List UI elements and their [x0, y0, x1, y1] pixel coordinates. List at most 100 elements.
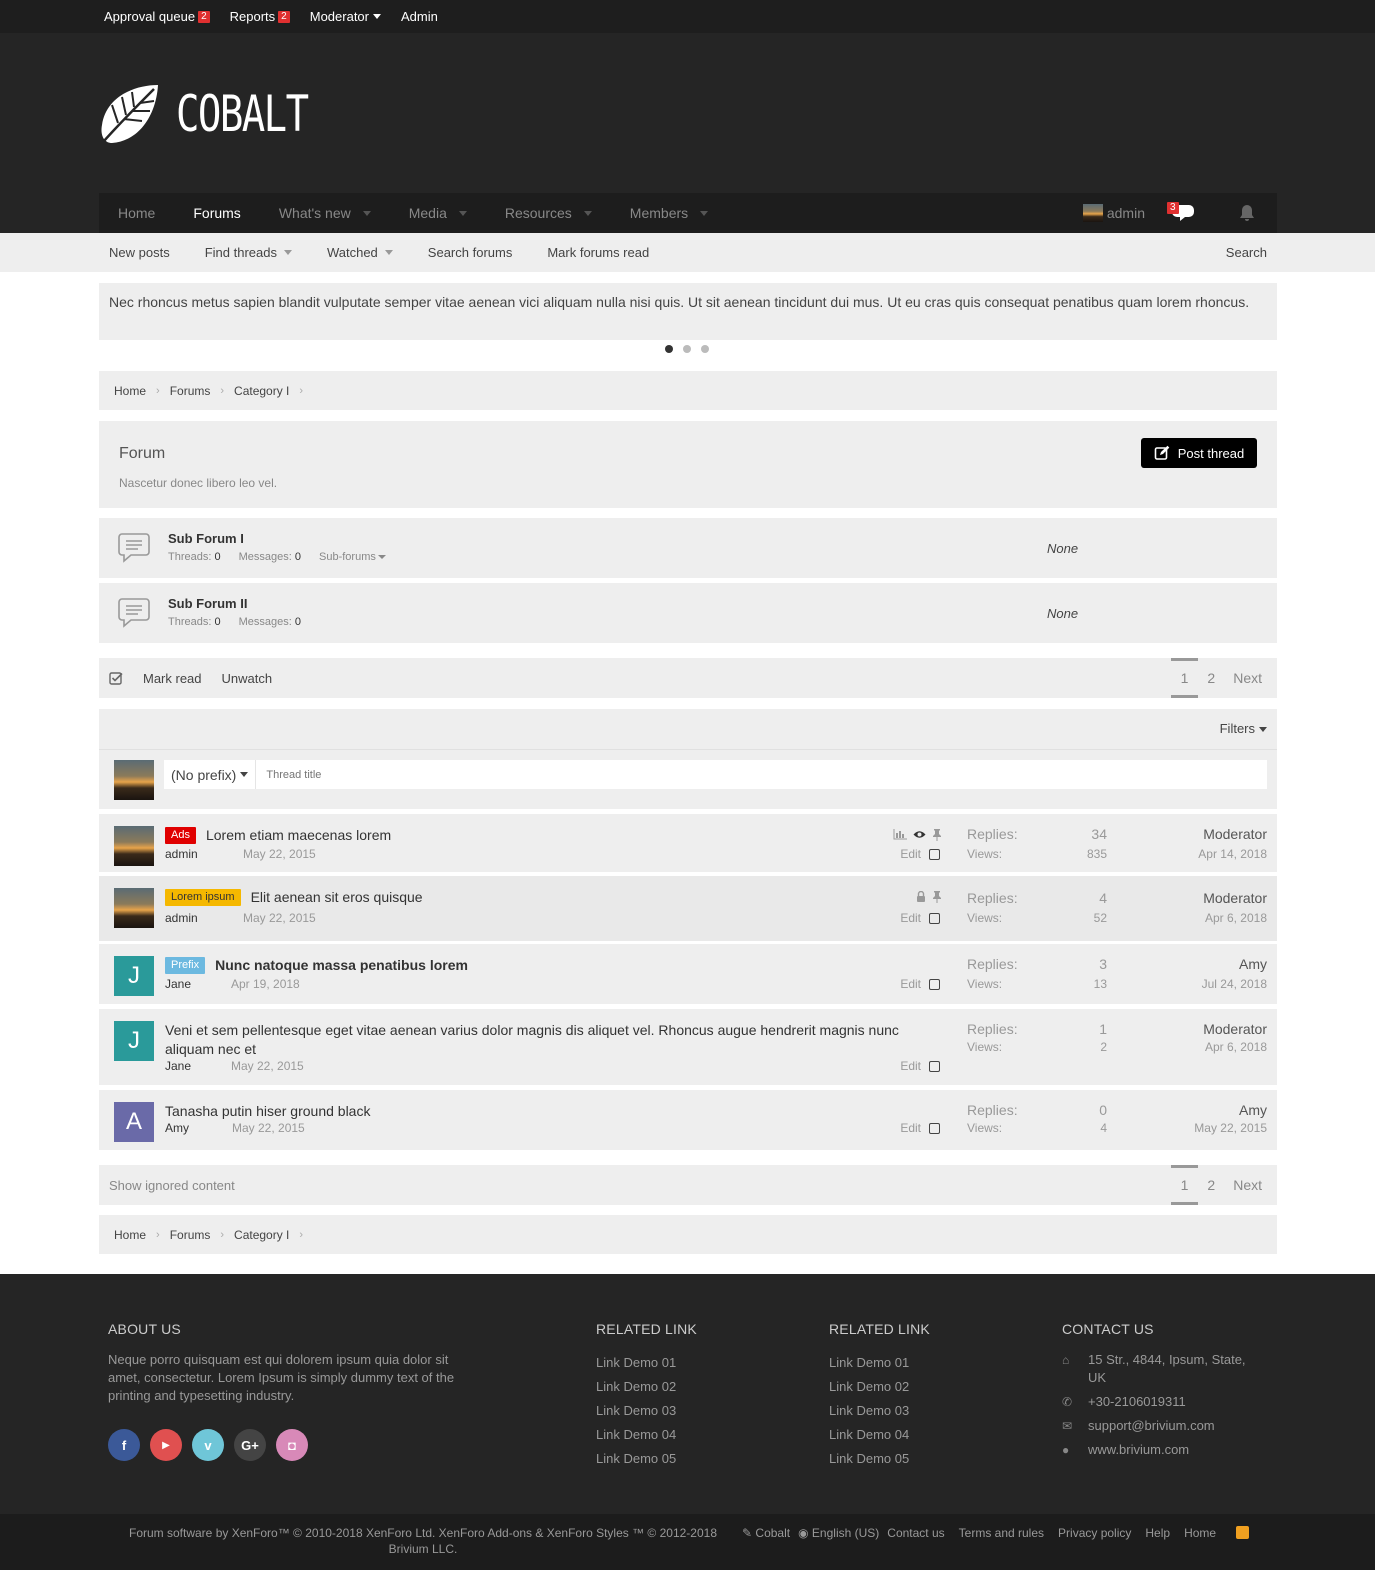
thread-title-input[interactable] — [256, 761, 1267, 788]
select-thread-checkbox[interactable] — [929, 912, 940, 924]
chevron-down-icon[interactable] — [583, 210, 592, 216]
edit-thread-link[interactable]: Edit — [900, 847, 921, 861]
subforum-title[interactable]: Sub Forum I — [168, 531, 244, 546]
thread-title[interactable]: Lorem etiam maecenas lorem — [206, 826, 391, 845]
subforums-dropdown[interactable]: Sub-forums — [319, 551, 386, 563]
last-post-date[interactable]: Apr 6, 2018 — [1205, 1040, 1267, 1054]
avatar[interactable] — [114, 826, 154, 866]
subnav-watched[interactable]: Watched — [317, 245, 403, 260]
thread-date[interactable]: May 22, 2015 — [232, 1121, 305, 1135]
filters-dropdown[interactable]: Filters — [1220, 721, 1267, 736]
breadcrumb-category[interactable]: Category I — [234, 1228, 289, 1242]
thread-date[interactable]: May 22, 2015 — [243, 847, 316, 861]
conversations-button[interactable]: 3 — [1159, 193, 1217, 233]
facebook-icon[interactable]: f — [108, 1429, 140, 1461]
subnav-new-posts[interactable]: New posts — [99, 245, 180, 260]
search-link[interactable]: Search — [1216, 245, 1277, 260]
google-plus-icon[interactable]: G+ — [234, 1429, 266, 1461]
instagram-icon[interactable]: ◘ — [276, 1429, 308, 1461]
post-thread-button[interactable]: Post thread — [1141, 438, 1257, 468]
notice-dot[interactable] — [665, 345, 673, 353]
breadcrumb-home[interactable]: Home — [114, 384, 146, 398]
last-post-user[interactable]: Moderator — [1203, 890, 1267, 906]
page-1[interactable]: 1 — [1170, 1165, 1199, 1205]
vimeo-icon[interactable]: v — [192, 1429, 224, 1461]
admin-link[interactable]: Admin — [401, 9, 438, 24]
subnav-find-threads[interactable]: Find threads — [195, 245, 302, 260]
last-post-date[interactable]: May 22, 2015 — [1194, 1121, 1267, 1135]
subnav-mark-forums-read[interactable]: Mark forums read — [537, 245, 659, 260]
breadcrumb-forums[interactable]: Forums — [170, 384, 211, 398]
thread-author[interactable]: Jane — [165, 1059, 191, 1073]
nav-home[interactable]: Home — [99, 193, 174, 233]
last-post-user[interactable]: Amy — [1239, 956, 1267, 972]
thread-title[interactable]: Nunc natoque massa penatibus lorem — [215, 956, 468, 975]
reports-link[interactable]: Reports 2 — [230, 9, 290, 24]
last-post-user[interactable]: Moderator — [1203, 1021, 1267, 1037]
footer-link[interactable]: Link Demo 02 — [829, 1375, 930, 1399]
moderator-menu[interactable]: Moderator — [310, 9, 381, 24]
notice-dot[interactable] — [701, 345, 709, 353]
footer-link[interactable]: Link Demo 04 — [596, 1423, 697, 1447]
footer-terms[interactable]: Terms and rules — [959, 1525, 1044, 1541]
show-ignored-link[interactable]: Show ignored content — [109, 1178, 235, 1193]
edit-thread-link[interactable]: Edit — [900, 1121, 921, 1135]
thread-title[interactable]: Veni et sem pellentesque eget vitae aene… — [165, 1021, 935, 1059]
thread-date[interactable]: May 22, 2015 — [231, 1059, 304, 1073]
avatar[interactable]: J — [114, 1021, 154, 1061]
thread-author[interactable]: admin — [165, 847, 198, 861]
avatar[interactable]: A — [114, 1102, 154, 1142]
contact-email[interactable]: support@brivium.com — [1088, 1417, 1215, 1435]
page-2[interactable]: 2 — [1198, 658, 1224, 698]
chevron-down-icon[interactable] — [458, 210, 467, 216]
select-thread-checkbox[interactable] — [929, 1060, 940, 1072]
nav-resources[interactable]: Resources — [486, 193, 611, 233]
next-page[interactable]: Next — [1224, 1165, 1277, 1205]
footer-contact-us[interactable]: Contact us — [887, 1525, 944, 1541]
footer-link[interactable]: Link Demo 03 — [829, 1399, 930, 1423]
select-thread-checkbox[interactable] — [929, 978, 940, 990]
mark-read-link[interactable]: Mark read — [143, 671, 202, 686]
footer-link[interactable]: Link Demo 01 — [596, 1351, 697, 1375]
breadcrumb-category[interactable]: Category I — [234, 384, 289, 398]
next-page[interactable]: Next — [1224, 658, 1277, 698]
footer-link[interactable]: Link Demo 03 — [596, 1399, 697, 1423]
footer-link[interactable]: Link Demo 01 — [829, 1351, 930, 1375]
nav-whats-new[interactable]: What's new — [260, 193, 390, 233]
breadcrumb-home[interactable]: Home — [114, 1228, 146, 1242]
last-post-user[interactable]: Amy — [1239, 1102, 1267, 1118]
prefix-select[interactable]: (No prefix) — [164, 760, 257, 789]
subforum-title[interactable]: Sub Forum II — [168, 596, 247, 611]
edit-thread-link[interactable]: Edit — [900, 1059, 921, 1073]
style-chooser[interactable]: ✎ Cobalt — [742, 1525, 790, 1541]
select-thread-checkbox[interactable] — [929, 848, 940, 860]
chevron-down-icon[interactable] — [362, 210, 371, 216]
last-post-date[interactable]: Apr 6, 2018 — [1205, 911, 1267, 925]
thread-date[interactable]: May 22, 2015 — [243, 911, 316, 925]
approval-queue-link[interactable]: Approval queue 2 — [104, 9, 210, 24]
chevron-down-icon[interactable] — [700, 210, 709, 216]
last-post-date[interactable]: Jul 24, 2018 — [1202, 977, 1267, 991]
thread-author[interactable]: Jane — [165, 977, 191, 991]
nav-members[interactable]: Members — [611, 193, 727, 233]
unwatch-link[interactable]: Unwatch — [222, 671, 273, 686]
subnav-search-forums[interactable]: Search forums — [418, 245, 523, 260]
footer-home[interactable]: Home — [1184, 1525, 1216, 1541]
notice-dot[interactable] — [683, 345, 691, 353]
select-thread-checkbox[interactable] — [929, 1122, 940, 1134]
footer-privacy[interactable]: Privacy policy — [1058, 1525, 1131, 1541]
breadcrumb-forums[interactable]: Forums — [170, 1228, 211, 1242]
footer-help[interactable]: Help — [1145, 1525, 1170, 1541]
avatar[interactable]: J — [114, 956, 154, 996]
account-menu[interactable]: admin — [1064, 193, 1159, 233]
footer-link[interactable]: Link Demo 04 — [829, 1423, 930, 1447]
youtube-icon[interactable]: ▶ — [150, 1429, 182, 1461]
alerts-button[interactable] — [1217, 193, 1277, 233]
footer-link[interactable]: Link Demo 02 — [596, 1375, 697, 1399]
thread-author[interactable]: admin — [165, 911, 198, 925]
last-post-user[interactable]: Moderator — [1203, 826, 1267, 842]
edit-thread-link[interactable]: Edit — [900, 911, 921, 925]
nav-media[interactable]: Media — [390, 193, 486, 233]
footer-link[interactable]: Link Demo 05 — [829, 1447, 930, 1471]
page-1[interactable]: 1 — [1170, 658, 1199, 698]
